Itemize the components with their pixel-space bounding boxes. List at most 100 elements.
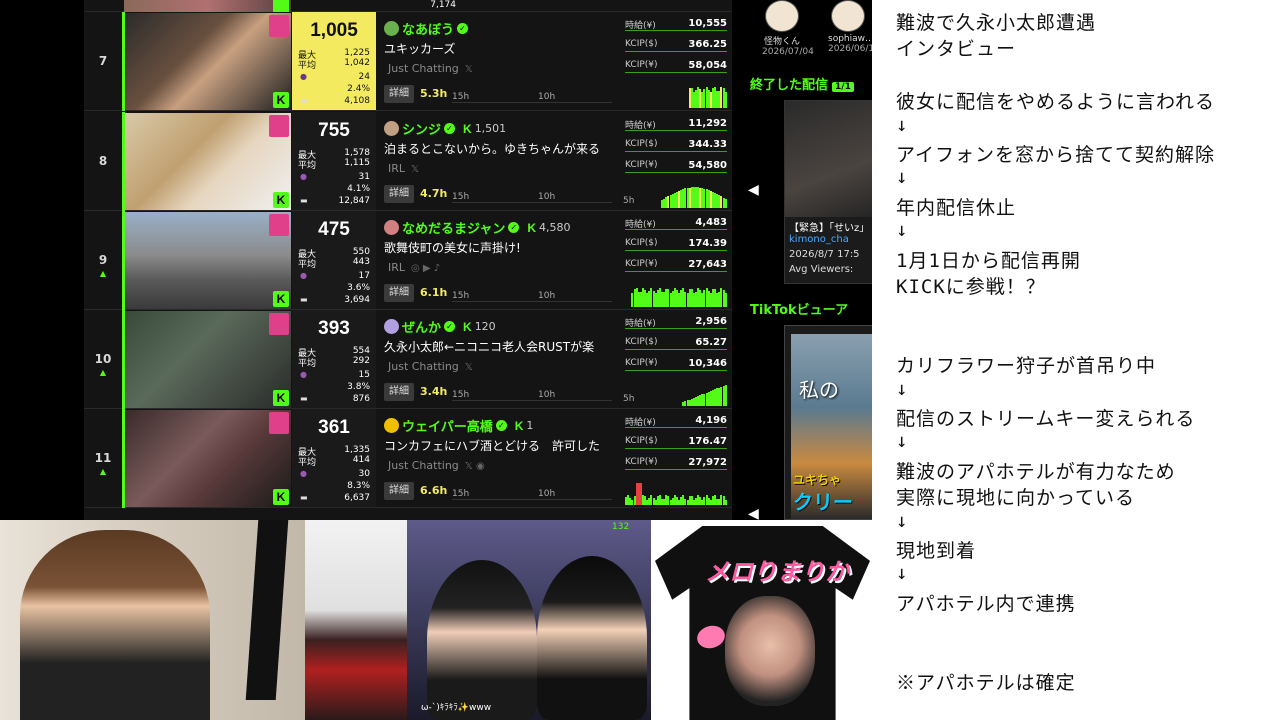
note-line: 彼女に配信をやめるように言われる [896,91,1216,114]
chat-bubble-icon: ▬ [300,493,308,502]
kcip-usd-value: 344.33 [688,139,727,150]
sparkline-label: 5h [623,394,635,404]
channel-row[interactable]: ウェイパー高橋 ✓ K 1 [384,415,533,435]
ended-stream-thumbnail [785,101,872,217]
hourly-earnings-row: 時給(¥) 2,956 [625,316,727,330]
tshirt-image: メロりまりか [651,520,872,720]
channel-name[interactable]: なめだるまジャン [402,222,505,237]
channel-row[interactable]: なあぼう ✓ [384,18,469,38]
table-row-peek-bottom[interactable] [84,508,732,520]
ended-stream-date: 2026/8/7 17:5 [789,249,860,260]
category-row: Just Chatting 𝕏 ◉ [388,459,485,472]
underline [625,229,727,230]
arrow-down-icon: ↓ [896,166,909,189]
user-name: sophiaw… [828,34,872,44]
detail-button[interactable]: 詳細 [384,85,414,103]
detail-button[interactable]: 詳細 [384,284,414,302]
hourly-earnings-value: 4,196 [695,415,727,426]
kcip-usd-label: KCIP($) [625,39,658,49]
rank-number: 10 [94,352,112,366]
max-viewers: 1,225 [344,48,370,58]
rank-number: 8 [98,154,108,168]
underline [625,172,727,173]
stream-thumbnail[interactable]: K [125,113,291,210]
table-row[interactable]: 9 ▲ K 475 最大 550 平均 443 ● 17 3.6% ▬ 3,694 なめだるまジャン ✓ K 4… [84,211,732,310]
ended-streams-heading: 終了した配信 1/1 [750,74,854,93]
stream-thumbnail[interactable]: K [125,13,291,110]
tiktok-card[interactable]: 私の ユキちゃ クリー [784,325,872,520]
channel-row[interactable]: ぜんか ✓ K 120 [384,316,496,336]
prev-arrow-icon[interactable]: ◀ [748,506,759,520]
kcip-usd-label: KCIP($) [625,436,658,446]
category-label: Just Chatting [388,360,459,373]
detail-button[interactable]: 詳細 [384,383,414,401]
hourly-earnings-row: 時給(¥) 11,292 [625,118,727,132]
stream-thumbnail[interactable] [124,0,291,12]
avg-label: 平均 [298,359,317,369]
table-row[interactable]: 10 ▲ K 393 最大 554 平均 292 ● 15 3.8% ▬ 876 ぜんか ✓ K 120 久永小太… [84,310,732,409]
current-viewers: 393 [318,318,350,339]
kcip-jpy-row: KCIP(¥) 10,346 [625,358,727,372]
kcip-usd-value: 174.39 [688,238,727,249]
channel-name[interactable]: ウェイパー高橋 [402,420,493,435]
kcip-jpy-value: 27,972 [688,457,727,468]
prev-arrow-icon[interactable]: ◀ [748,182,759,198]
recent-user-2[interactable]: sophiaw… 2026/06/1 [828,0,872,54]
table-row-peek-top[interactable]: 7,174 [84,0,732,12]
channel-row[interactable]: なめだるまジャン ✓ K 4,580 [384,217,571,237]
table-row[interactable]: 8 K 755 最大 1,578 平均 1,115 ● 31 4.1% ▬ 12,847 シンジ ✓ K 1,… [84,112,732,211]
social-icons[interactable]: ◎ ▶ ♪ [411,263,440,274]
ended-stream-card[interactable]: 【緊急】「せいz」 kimono_cha 2026/8/7 17:5 Avg V… [784,100,872,284]
tshirt-logo: メロりまりか [705,558,849,586]
stream-thumbnail[interactable]: K [125,311,291,408]
chat-bubble-icon: ▬ [300,394,308,403]
viewer-sparkline [625,285,727,307]
table-row[interactable]: 7 K 1,005 最大 1,225 平均 1,042 ● 24 2.4% ▬ 4,108 なあぼう ✓ ユ… [84,12,732,111]
underline [625,469,727,470]
stream-thumbnail[interactable]: K [125,212,291,309]
stream-duration: 6.1h [420,286,448,299]
note-line: 難波で久永小太郎遭遇 [896,12,1097,34]
channel-name[interactable]: なあぼう [402,23,454,38]
viewer-sparkline: 5h [623,384,727,406]
stream-hud: 132 [612,522,630,532]
kcip-jpy-label: KCIP(¥) [625,259,658,269]
chatter-count: 30 [358,469,370,479]
tiktok-viewer-heading: TikTokビューア [750,303,849,318]
heart-icon [694,622,728,652]
social-icons[interactable]: 𝕏 [465,362,473,373]
arrow-down-icon: ↓ [896,219,909,242]
note-line: 実際に現地に向かっている [896,487,1136,510]
ended-count-badge: 1/1 [832,82,854,92]
earnings-stats: 時給(¥) 11,292 KCIP($) 344.33 KCIP(¥) 54,580 5h [621,112,732,210]
hourly-earnings-row: 時給(¥) 4,483 [625,217,727,231]
channel-name[interactable]: シンジ [402,123,441,138]
note-line: ※アパホテルは確定 [896,672,1076,694]
stream-thumbnail[interactable]: K [125,410,291,507]
ended-stream-user[interactable]: kimono_cha [789,234,849,245]
table-row[interactable]: 11 ▲ K 361 最大 1,335 平均 414 ● 30 8.3% ▬ 6,637 ウェイパー高橋 ✓… [84,409,732,508]
kick-icon: K [273,291,289,307]
avg-label: 平均 [298,161,317,171]
chatter-icon: ● [300,469,307,478]
recent-user-1[interactable]: 怪物くん 2026/07/04 [762,0,814,57]
social-icons[interactable]: 𝕏 [411,164,419,175]
kcip-usd-value: 176.47 [688,436,727,447]
kick-follower-icon: K [463,121,472,136]
channel-name[interactable]: ぜんか [402,321,441,336]
category-row: IRL ◎ ▶ ♪ [388,261,440,274]
detail-button[interactable]: 詳細 [384,185,414,203]
arrow-down-icon: ↓ [896,562,909,585]
kick-icon: K [273,489,289,505]
total-value: 7,174 [430,0,456,10]
camera-strip: 132 ω-`)ｷﾗｷﾗ✨www メロりまりか [0,520,872,720]
earnings-stats: 時給(¥) 4,196 KCIP($) 176.47 KCIP(¥) 27,972 [621,409,732,507]
kcip-jpy-row: KCIP(¥) 54,580 [625,160,727,174]
social-icons[interactable]: 𝕏 ◉ [465,461,485,472]
channel-row[interactable]: シンジ ✓ K 1,501 [384,118,506,138]
underline [625,427,727,428]
social-icons[interactable]: 𝕏 [465,64,473,75]
viewer-sparkline [625,483,727,505]
channel-logo-badge [269,15,289,37]
detail-button[interactable]: 詳細 [384,482,414,500]
